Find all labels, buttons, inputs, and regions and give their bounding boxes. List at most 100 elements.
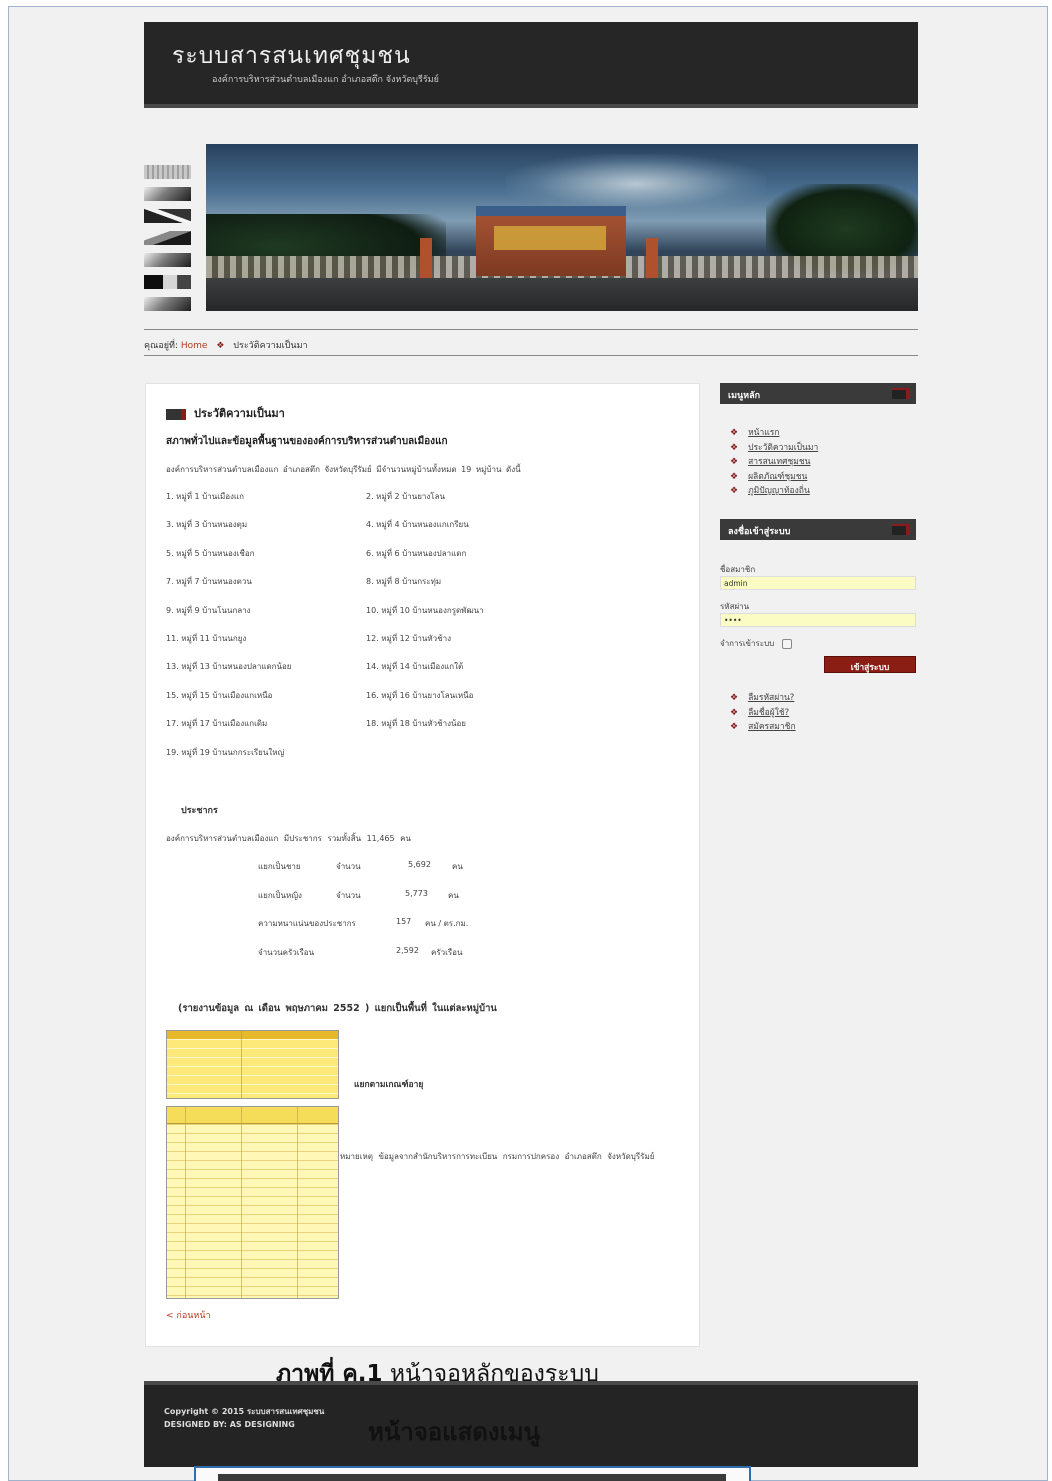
village-row: 11. หมู่ที่ 11 บ้านนกยูง 12. หมู่ที่ 12 บ… xyxy=(166,632,686,660)
village-item: 17. หมู่ที่ 17 บ้านเมืองแกเดิม xyxy=(166,719,268,729)
bullet-icon: ❖ xyxy=(730,486,739,496)
next-screenshot-header xyxy=(218,1474,726,1481)
login-title: ลงชื่อเข้าสู่ระบบ xyxy=(728,527,791,537)
village-list: 1. หมู่ที่ 1 บ้านเมืองแก 2. หมู่ที่ 2 บ้า… xyxy=(166,490,686,774)
banner-image xyxy=(206,144,918,311)
forgot-username-link[interactable]: ลืมชื่อผู้ใช้? xyxy=(748,708,789,718)
table-grid xyxy=(167,1031,338,1098)
stat-value: 5,692 xyxy=(408,860,431,869)
bullet-icon: ❖ xyxy=(730,457,739,467)
site-title[interactable]: ระบบสารสนเทศชุมชน xyxy=(172,38,411,74)
breadcrumb-home-link[interactable]: Home xyxy=(181,341,208,351)
report-heading: (รายงานข้อมูล ณ เดือน พฤษภาคม 2552 ) แยก… xyxy=(178,1003,497,1014)
remember-label: จำการเข้าระบบ xyxy=(720,639,775,648)
menu-link[interactable]: หน้าแรก xyxy=(748,428,779,438)
forgot-username-item[interactable]: ❖ ลืมชื่อผู้ใช้? xyxy=(730,705,796,720)
slide-thumbnail[interactable] xyxy=(144,187,191,201)
village-item: 18. หมู่ที่ 18 บ้านหัวช้างน้อย xyxy=(366,719,466,729)
footer-copyright: Copyright © 2015 ระบบสารสนเทศชุมชน DESIG… xyxy=(164,1405,324,1431)
stat-unit: คน / ตร.กม. xyxy=(425,919,469,928)
banner-cloud xyxy=(506,154,766,214)
banner-pillar xyxy=(420,238,432,278)
village-item: 5. หมู่ที่ 5 บ้านหนองเชือก xyxy=(166,548,255,558)
bullet-icon: ❖ xyxy=(730,707,739,718)
forgot-password-item[interactable]: ❖ ลืมรหัสผ่าน? xyxy=(730,690,796,705)
stat-value: 157 xyxy=(396,917,412,926)
forgot-password-link[interactable]: ลืมรหัสผ่าน? xyxy=(748,693,794,703)
village-item: 6. หมู่ที่ 6 บ้านหนองปลาแดก xyxy=(366,548,467,558)
table-grid xyxy=(167,1107,338,1298)
remember-me: จำการเข้าระบบ xyxy=(720,637,793,650)
population-heading: ประชากร xyxy=(181,806,218,816)
username-field[interactable]: admin xyxy=(720,576,916,590)
banner-road xyxy=(206,278,918,311)
village-item: 8. หมู่ที่ 8 บ้านกระทุ่ม xyxy=(366,577,442,587)
slide-thumbnail[interactable] xyxy=(144,209,191,223)
source-note: หมายเหตุ ข้อมูลจากสำนักบริหารการทะเบียน … xyxy=(340,1152,655,1161)
stat-value: 5,773 xyxy=(405,888,428,898)
article-icon xyxy=(166,408,186,420)
slide-thumbnail[interactable] xyxy=(144,297,191,311)
village-row: 19. หมู่ที่ 19 บ้านนกกระเรียนใหญ่ xyxy=(166,746,686,774)
login-button[interactable]: เข้าสู่ระบบ xyxy=(824,656,916,673)
breadcrumb-current: ประวัติความเป็นมา xyxy=(233,341,308,351)
section-heading: สภาพทั่วไปและข้อมูลพื้นฐานขององค์การบริห… xyxy=(166,436,448,447)
login-header: ลงชื่อเข้าสู่ระบบ xyxy=(720,519,916,540)
main-menu-header: เมนูหลัก xyxy=(720,383,916,404)
age-table-label: แยกตามเกณฑ์อายุ xyxy=(354,1080,424,1090)
main-menu: ❖ หน้าแรก ❖ ประวัติความเป็นมา ❖ สารสนเทศชุม… xyxy=(730,425,818,498)
slide-thumbnail[interactable] xyxy=(144,253,191,267)
village-population-table-image xyxy=(166,1106,339,1299)
village-item: 15. หมู่ที่ 15 บ้านเมืองแกเหนือ xyxy=(166,690,273,700)
main-menu-title: เมนูหลัก xyxy=(728,391,761,401)
password-field[interactable]: •••• xyxy=(720,613,916,627)
menu-screen-caption: หน้าจอแสดงเมนู xyxy=(368,1418,541,1446)
stat-word: จำนวน xyxy=(336,862,361,871)
stat-label: แยกเป็นหญิง xyxy=(258,890,302,900)
menu-item-home[interactable]: ❖ หน้าแรก xyxy=(730,425,818,440)
bullet-icon: ❖ xyxy=(730,428,739,438)
village-row: 1. หมู่ที่ 1 บ้านเมืองแก 2. หมู่ที่ 2 บ้า… xyxy=(166,490,686,518)
stat-unit: คน xyxy=(448,890,459,900)
menu-link[interactable]: สารสนเทศชุมชน xyxy=(748,457,810,467)
stat-unit: ครัวเรือน xyxy=(431,947,463,957)
menu-item-history[interactable]: ❖ ประวัติความเป็นมา xyxy=(730,440,818,455)
menu-link[interactable]: ภูมิปัญญาท้องถิ่น xyxy=(748,486,810,496)
slide-thumbnail[interactable] xyxy=(144,231,191,245)
menu-link[interactable]: ผลิตภัณฑ์ชุมชน xyxy=(748,472,807,482)
bullet-icon: ❖ xyxy=(730,471,739,482)
stat-label: แยกเป็นชาย xyxy=(258,862,301,871)
village-item: 4. หมู่ที่ 4 บ้านหนองแกเกรียน xyxy=(366,520,469,530)
village-item: 2. หมู่ที่ 2 บ้านยางโลน xyxy=(366,492,445,501)
village-item: 19. หมู่ที่ 19 บ้านนกกระเรียนใหญ่ xyxy=(166,747,285,757)
village-item: 12. หมู่ที่ 12 บ้านหัวช้าง xyxy=(366,633,451,643)
copyright-text: Copyright © 2015 ระบบสารสนเทศชุมชน xyxy=(164,1407,325,1416)
stat-unit: คน xyxy=(452,862,463,871)
banner-pillar xyxy=(646,238,658,278)
register-item[interactable]: ❖ สมัครสมาชิก xyxy=(730,719,796,734)
village-row: 15. หมู่ที่ 15 บ้านเมืองแกเหนือ 16. หมู่ท… xyxy=(166,689,686,717)
bullet-icon: ❖ xyxy=(730,693,739,703)
menu-item-wisdom[interactable]: ❖ ภูมิปัญญาท้องถิ่น xyxy=(730,483,818,498)
breadcrumb: คุณอยู่ที่: Home ❖ ประวัติความเป็นมา xyxy=(144,329,918,356)
slide-thumbnail[interactable] xyxy=(144,275,191,289)
menu-item-info[interactable]: ❖ สารสนเทศชุมชน xyxy=(730,454,818,469)
slide-thumbnail[interactable] xyxy=(144,165,191,179)
designer-text: DESIGNED BY: AS DESIGNING xyxy=(164,1420,295,1429)
banner-sign xyxy=(494,226,606,250)
village-item: 1. หมู่ที่ 1 บ้านเมืองแก xyxy=(166,492,244,501)
menu-item-products[interactable]: ❖ ผลิตภัณฑ์ชุมชน xyxy=(730,469,818,484)
remember-checkbox[interactable] xyxy=(782,638,793,649)
page-title-text: ประวัติความเป็นมา xyxy=(194,407,285,420)
menu-link[interactable]: ประวัติความเป็นมา xyxy=(748,443,818,453)
register-link[interactable]: สมัครสมาชิก xyxy=(748,722,796,732)
password-label: รหัสผ่าน xyxy=(720,602,750,611)
village-item: 16. หมู่ที่ 16 บ้านยางโลนเหนือ xyxy=(366,690,474,700)
intro-text: องค์การบริหารส่วนตำบลเมืองแก อำเภอสตึก จ… xyxy=(166,465,521,474)
stat-label: ความหนาแน่นของประชากร xyxy=(258,919,356,928)
village-row: 5. หมู่ที่ 5 บ้านหนองเชือก 6. หมู่ที่ 6 บ… xyxy=(166,547,686,575)
village-item: 9. หมู่ที่ 9 บ้านโนนกลาง xyxy=(166,605,251,615)
village-item: 14. หมู่ที่ 14 บ้านเมืองแกใต้ xyxy=(366,662,464,672)
village-row: 7. หมู่ที่ 7 บ้านหนองตวน 8. หมู่ที่ 8 บ้า… xyxy=(166,575,686,603)
previous-page-link[interactable]: < ก่อนหน้า xyxy=(166,1308,211,1322)
